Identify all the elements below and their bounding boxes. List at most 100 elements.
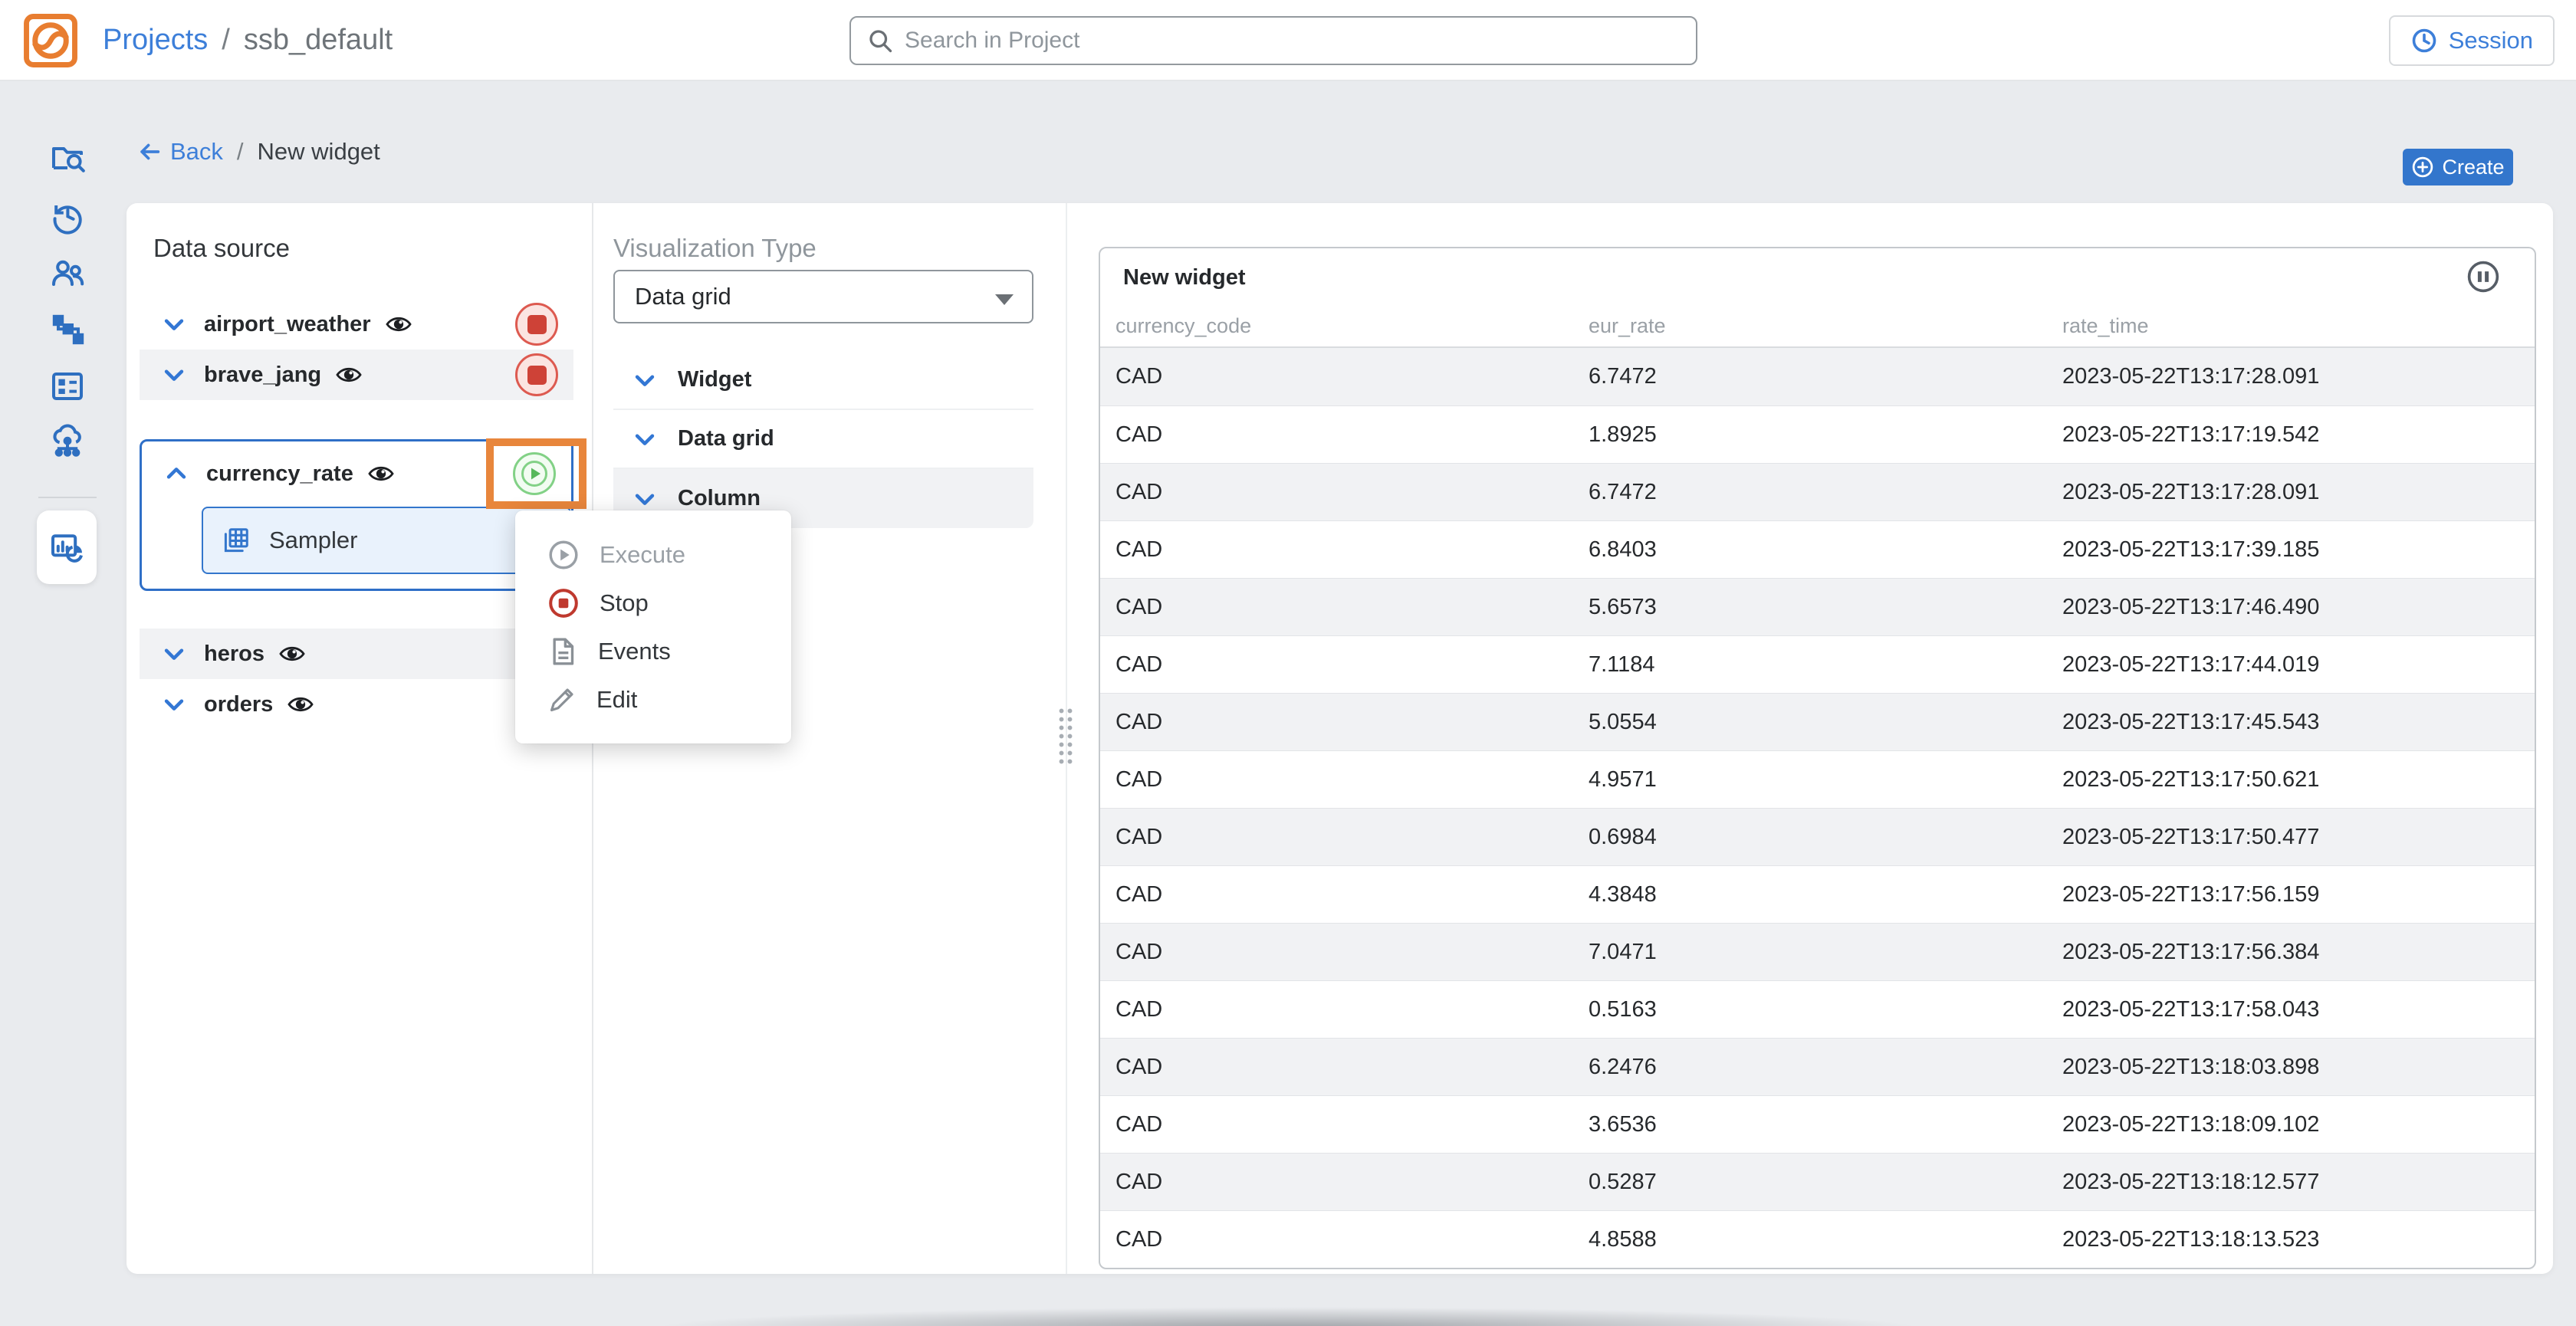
table-cell: CAD xyxy=(1116,422,1589,448)
session-button[interactable]: Session xyxy=(2389,15,2555,66)
table-header-row: currency_codeeur_raterate_time xyxy=(1100,305,2535,348)
chevron-down-icon[interactable] xyxy=(161,362,187,388)
widget-preview-title: New widget xyxy=(1123,265,1246,290)
sidebar-divider xyxy=(38,497,97,498)
table-column-header: eur_rate xyxy=(1589,314,2062,338)
chevron-down-icon[interactable] xyxy=(161,641,187,667)
toolbar-separator: / xyxy=(237,138,244,166)
back-label: Back xyxy=(170,138,223,166)
table-cell: CAD xyxy=(1116,652,1589,678)
data-source-item-orders[interactable]: orders xyxy=(140,679,573,730)
table-cell: 6.8403 xyxy=(1589,537,2062,563)
context-menu-label: Events xyxy=(598,638,671,665)
table-cell: 1.8925 xyxy=(1589,422,2062,448)
stop-sampling-button[interactable] xyxy=(515,353,558,396)
pause-circle-icon[interactable] xyxy=(2466,259,2501,294)
highlight-annotation xyxy=(486,438,586,509)
screen: Projects / ssb_default Session xyxy=(0,0,2576,1326)
table-row: CAD7.04712023-05-22T13:17:56.384 xyxy=(1100,923,2535,980)
table-cell: CAD xyxy=(1116,882,1589,908)
table-cell: CAD xyxy=(1116,1170,1589,1195)
main-panel: Data source airport_weatherbrave_jangcur… xyxy=(127,203,2553,1274)
top-header: Projects / ssb_default Session xyxy=(0,0,2576,81)
breadcrumb: Projects / ssb_default xyxy=(103,0,393,80)
table-cell: CAD xyxy=(1116,825,1589,850)
page-title: New widget xyxy=(258,138,380,166)
play-circle-icon xyxy=(547,539,580,571)
data-source-item-heros[interactable]: heros xyxy=(140,629,573,679)
table-row: CAD5.65732023-05-22T13:17:46.490 xyxy=(1100,578,2535,635)
connectors-icon[interactable] xyxy=(49,423,86,460)
breadcrumb-projects-link[interactable]: Projects xyxy=(103,24,208,57)
viz-section-data-grid[interactable]: Data grid xyxy=(613,410,1033,469)
chevron-down-icon[interactable] xyxy=(632,486,658,512)
chevron-down-icon[interactable] xyxy=(632,367,658,393)
context-menu-item-edit[interactable]: Edit xyxy=(515,675,791,724)
context-menu-item-stop[interactable]: Stop xyxy=(515,579,791,627)
chevron-down-icon[interactable] xyxy=(161,691,187,717)
tables-icon[interactable] xyxy=(49,368,86,405)
clock-icon xyxy=(2410,27,2438,54)
table-cell: 5.0554 xyxy=(1589,710,2062,735)
project-explorer-icon[interactable] xyxy=(49,139,86,176)
pane-resize-handle[interactable] xyxy=(1056,705,1076,766)
viz-section-widget[interactable]: Widget xyxy=(613,351,1033,410)
sidebar-item-dashboards[interactable] xyxy=(37,510,97,584)
app-logo-icon[interactable] xyxy=(23,13,78,68)
widget-preview-card: New widget currency_codeeur_raterate_tim… xyxy=(1099,247,2536,1269)
eye-icon[interactable] xyxy=(385,310,412,338)
visualization-type-select[interactable]: Data grid xyxy=(613,270,1033,323)
table-row: CAD5.05542023-05-22T13:17:45.543 xyxy=(1100,693,2535,750)
dashboards-icon xyxy=(48,529,85,566)
table-cell: 0.5163 xyxy=(1589,997,2062,1022)
chevron-up-icon[interactable] xyxy=(163,461,189,487)
users-icon[interactable] xyxy=(49,254,86,291)
chevron-down-icon[interactable] xyxy=(161,311,187,337)
stop-sampling-button[interactable] xyxy=(515,303,558,346)
table-cell: 7.1184 xyxy=(1589,652,2062,678)
table-cell: CAD xyxy=(1116,767,1589,793)
jobs-icon[interactable] xyxy=(49,311,86,348)
table-row: CAD1.89252023-05-22T13:17:19.542 xyxy=(1100,405,2535,463)
breadcrumb-separator: / xyxy=(222,24,230,57)
table-row: CAD0.52872023-05-22T13:18:12.577 xyxy=(1100,1153,2535,1210)
back-link[interactable]: Back xyxy=(136,138,223,166)
history-icon[interactable] xyxy=(49,198,86,235)
context-menu-item-events[interactable]: Events xyxy=(515,627,791,675)
table-cell: 4.3848 xyxy=(1589,882,2062,908)
data-source-name: brave_jang xyxy=(204,363,321,388)
stop-circle-icon xyxy=(547,587,580,619)
table-cell: 3.6536 xyxy=(1589,1112,2062,1137)
pencil-icon xyxy=(547,685,577,714)
viz-section-label: Column xyxy=(678,486,761,511)
table-cell: CAD xyxy=(1116,480,1589,505)
bottom-shadow xyxy=(537,1305,2039,1326)
table-column-header: currency_code xyxy=(1116,314,1589,338)
arrow-left-icon xyxy=(136,139,163,165)
eye-icon[interactable] xyxy=(287,691,314,718)
data-source-title: Data source xyxy=(153,234,290,263)
table-row: CAD3.65362023-05-22T13:18:09.102 xyxy=(1100,1095,2535,1153)
eye-icon[interactable] xyxy=(367,460,395,487)
eye-icon[interactable] xyxy=(278,640,306,668)
table-row: CAD0.69842023-05-22T13:17:50.477 xyxy=(1100,808,2535,865)
document-icon xyxy=(547,636,578,667)
search-input[interactable] xyxy=(905,18,1696,64)
viz-section-label: Data grid xyxy=(678,426,774,451)
plus-circle-icon xyxy=(2411,156,2434,179)
widget-preview-header: New widget xyxy=(1100,248,2535,305)
create-button[interactable]: Create xyxy=(2403,149,2513,185)
data-source-item-brave_jang[interactable]: brave_jang xyxy=(140,350,573,400)
data-source-name: heros xyxy=(204,642,264,667)
search-icon xyxy=(866,27,894,54)
chevron-down-icon[interactable] xyxy=(632,426,658,452)
visualization-type-value: Data grid xyxy=(635,283,731,310)
data-source-name: currency_rate xyxy=(206,461,353,487)
table-cell: CAD xyxy=(1116,940,1589,965)
table-cell: 2023-05-22T13:17:50.621 xyxy=(2062,767,2535,793)
data-source-item-airport_weather[interactable]: airport_weather xyxy=(140,299,573,350)
chevron-down-icon xyxy=(995,294,1014,305)
table-cell: 2023-05-22T13:17:45.543 xyxy=(2062,710,2535,735)
eye-icon[interactable] xyxy=(335,361,363,389)
table-row: CAD4.95712023-05-22T13:17:50.621 xyxy=(1100,750,2535,808)
